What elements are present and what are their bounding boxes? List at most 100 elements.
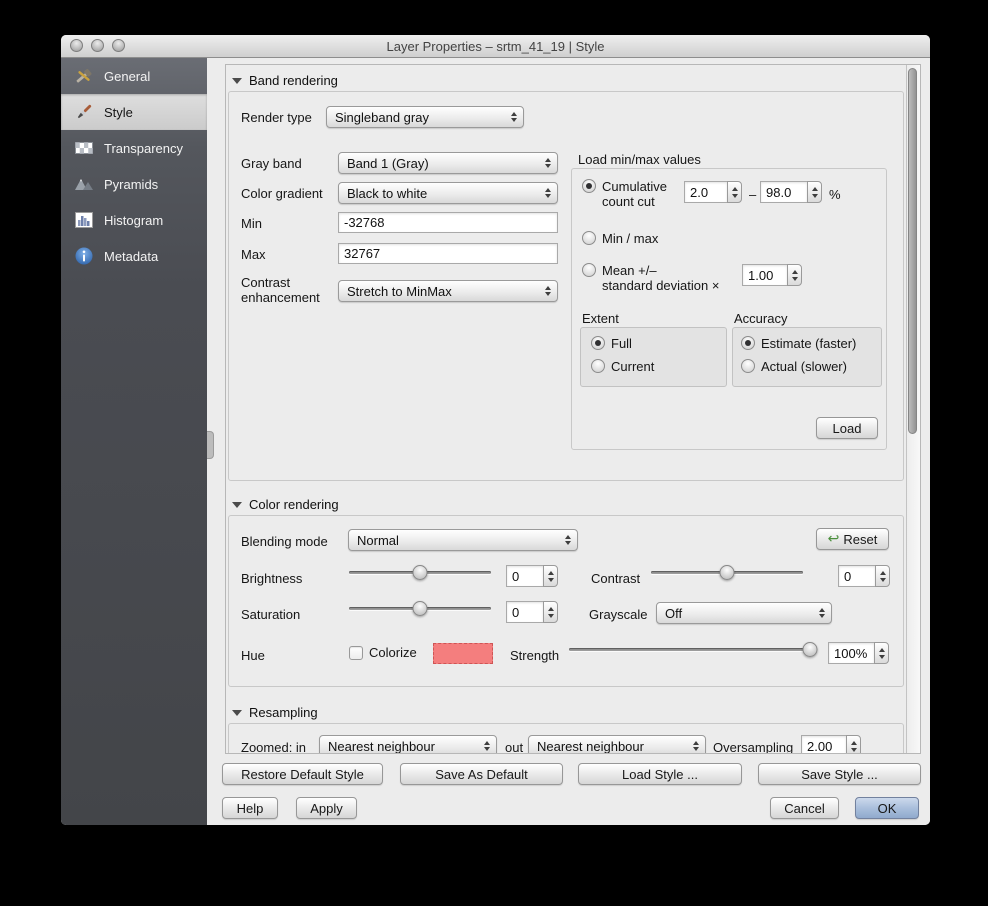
band-rendering-section-header[interactable]: Band rendering <box>232 73 338 88</box>
cumulative-min-spinbox[interactable]: 2.0 <box>684 181 742 203</box>
extent-box: Full Current <box>580 327 727 387</box>
saturation-label: Saturation <box>241 607 300 622</box>
zoomed-out-value: Nearest neighbour <box>537 739 644 754</box>
colorize-color-swatch[interactable] <box>433 643 493 664</box>
minimize-button[interactable] <box>91 39 104 52</box>
transparency-icon <box>73 138 95 158</box>
sidebar-item-label: Style <box>104 105 133 120</box>
render-type-value: Singleband gray <box>335 110 429 125</box>
stepper-icon[interactable] <box>727 181 742 203</box>
render-type-select[interactable]: Singleband gray <box>326 106 524 128</box>
stepper-icon[interactable] <box>543 565 558 587</box>
saturation-spinbox[interactable]: 0 <box>506 601 558 623</box>
min-max-radio[interactable]: Min / max <box>582 231 658 246</box>
sidebar-item-general[interactable]: General <box>61 58 207 94</box>
section-title: Resampling <box>249 705 318 720</box>
contrast-slider[interactable] <box>651 564 803 580</box>
brightness-slider[interactable] <box>349 564 491 580</box>
contrast-enhancement-label: Contrast enhancement <box>241 275 320 305</box>
colorize-checkbox[interactable]: Colorize <box>349 645 417 660</box>
ok-button[interactable]: OK <box>855 797 919 819</box>
cumulative-count-cut-radio[interactable]: Cumulative count cut <box>582 179 667 209</box>
reset-button[interactable]: ↩ Reset <box>816 528 889 550</box>
color-rendering-section-header[interactable]: Color rendering <box>232 497 339 512</box>
mean-std-deviation-radio[interactable]: Mean +/– standard deviation × <box>582 263 719 293</box>
gray-band-value: Band 1 (Gray) <box>347 156 429 171</box>
stepper-icon[interactable] <box>543 601 558 623</box>
stepper-icon[interactable] <box>807 181 822 203</box>
accuracy-actual-radio[interactable]: Actual (slower) <box>741 359 847 374</box>
zoomed-in-select[interactable]: Nearest neighbour <box>319 735 497 753</box>
slider-knob[interactable] <box>720 565 735 580</box>
popup-arrows-icon <box>542 281 554 301</box>
strength-slider[interactable] <box>569 641 817 657</box>
slider-knob[interactable] <box>802 642 817 657</box>
slider-knob[interactable] <box>413 565 428 580</box>
stepper-icon[interactable] <box>874 642 889 664</box>
sidebar-item-pyramids[interactable]: Pyramids <box>61 166 207 202</box>
stepper-icon[interactable] <box>875 565 890 587</box>
stepper-icon[interactable] <box>787 264 802 286</box>
section-title: Color rendering <box>249 497 339 512</box>
sidebar-item-histogram[interactable]: Histogram <box>61 202 207 238</box>
sidebar-item-metadata[interactable]: Metadata <box>61 238 207 274</box>
zoom-button[interactable] <box>112 39 125 52</box>
sidebar-item-transparency[interactable]: Transparency <box>61 130 207 166</box>
load-minmax-frame: Cumulative count cut 2.0 – 98.0 <box>571 168 887 450</box>
extent-full-radio[interactable]: Full <box>591 336 632 351</box>
saturation-slider[interactable] <box>349 600 491 616</box>
radio-dot-icon <box>582 231 596 245</box>
load-button[interactable]: Load <box>816 417 878 439</box>
radio-dot-icon <box>741 359 755 373</box>
contrast-spinbox[interactable]: 0 <box>838 565 890 587</box>
accuracy-estimate-radio[interactable]: Estimate (faster) <box>741 336 856 351</box>
main-panel: Band rendering Render type Singleband gr… <box>207 58 930 825</box>
save-as-default-button[interactable]: Save As Default <box>400 763 563 785</box>
sidebar-item-label: Histogram <box>104 213 163 228</box>
color-gradient-select[interactable]: Black to white <box>338 182 558 204</box>
save-style-button[interactable]: Save Style ... <box>758 763 921 785</box>
cancel-button[interactable]: Cancel <box>770 797 839 819</box>
extent-label: Extent <box>582 311 619 326</box>
help-button[interactable]: Help <box>222 797 278 819</box>
general-icon <box>73 66 95 86</box>
brightness-spinbox[interactable]: 0 <box>506 565 558 587</box>
grayscale-value: Off <box>665 606 682 621</box>
reset-icon: ↩ <box>828 531 840 545</box>
std-deviation-spinbox[interactable]: 1.00 <box>742 264 802 286</box>
titlebar[interactable]: Layer Properties – srtm_41_19 | Style <box>61 35 930 58</box>
stepper-icon[interactable] <box>846 735 861 753</box>
strength-spinbox[interactable]: 100% <box>828 642 889 664</box>
oversampling-spinbox[interactable]: 2.00 <box>801 735 861 753</box>
gray-band-select[interactable]: Band 1 (Gray) <box>338 152 558 174</box>
max-input[interactable]: 32767 <box>338 243 558 264</box>
slider-knob[interactable] <box>413 601 428 616</box>
min-input[interactable]: -32768 <box>338 212 558 233</box>
sidebar-item-label: General <box>104 69 150 84</box>
disclosure-triangle-icon <box>232 502 242 508</box>
max-label: Max <box>241 247 266 262</box>
contrast-enhancement-select[interactable]: Stretch to MinMax <box>338 280 558 302</box>
checkbox-box-icon <box>349 646 363 660</box>
min-label: Min <box>241 216 262 231</box>
restore-default-style-button[interactable]: Restore Default Style <box>222 763 383 785</box>
close-button[interactable] <box>70 39 83 52</box>
scrollbar-thumb[interactable] <box>908 68 917 434</box>
grayscale-select[interactable]: Off <box>656 602 832 624</box>
zoomed-out-label: out <box>505 740 523 753</box>
extent-current-radio[interactable]: Current <box>591 359 654 374</box>
blending-mode-select[interactable]: Normal <box>348 529 578 551</box>
resampling-section-header[interactable]: Resampling <box>232 705 318 720</box>
splitter-handle[interactable] <box>207 431 214 459</box>
cumulative-max-spinbox[interactable]: 98.0 <box>760 181 822 203</box>
apply-button[interactable]: Apply <box>296 797 357 819</box>
zoomed-out-select[interactable]: Nearest neighbour <box>528 735 706 753</box>
popup-arrows-icon <box>562 530 574 550</box>
sidebar-item-style[interactable]: Style <box>61 94 207 130</box>
load-style-button[interactable]: Load Style ... <box>578 763 742 785</box>
popup-arrows-icon <box>816 603 828 623</box>
vertical-scrollbar[interactable] <box>906 65 920 753</box>
popup-arrows-icon <box>542 153 554 173</box>
popup-arrows-icon <box>481 736 493 753</box>
blending-mode-label: Blending mode <box>241 534 328 549</box>
